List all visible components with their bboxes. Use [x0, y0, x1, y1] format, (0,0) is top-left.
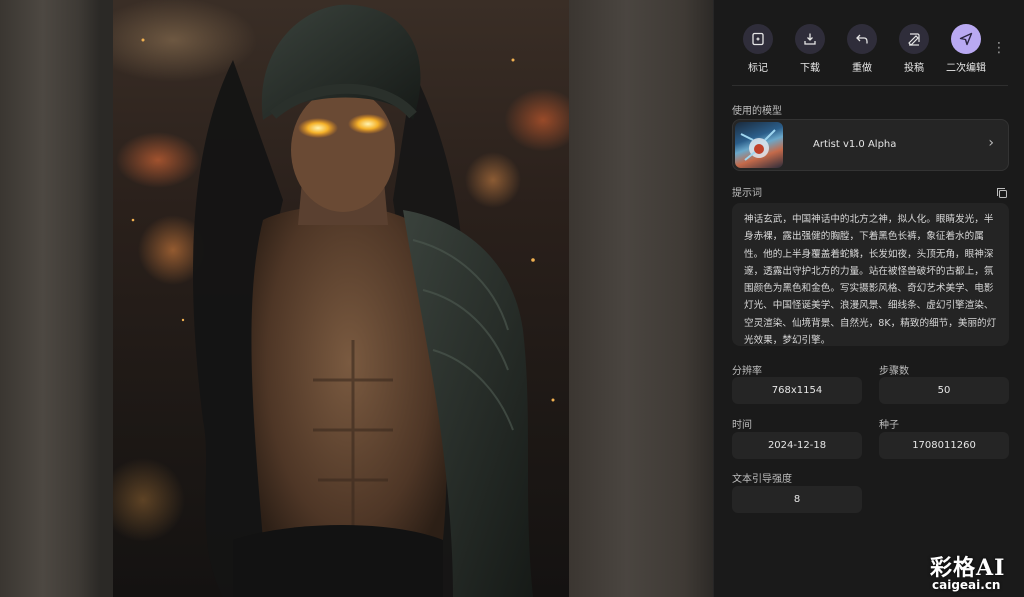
- model-section-label: 使用的模型: [732, 106, 782, 117]
- download-button[interactable]: 下载: [784, 24, 836, 74]
- steps-value: 50: [879, 377, 1009, 404]
- submit-label: 投稿: [904, 63, 924, 74]
- chevron-right-icon: ›: [988, 135, 994, 151]
- more-vertical-icon[interactable]: ⋮: [992, 38, 1006, 58]
- seed-value: 1708011260: [879, 432, 1009, 459]
- submit-icon: [899, 24, 929, 54]
- image-info-panel: 标记 下载 重做 投稿 二次编辑 ⋮ 使用的模型 Artist v1.0 Alp…: [713, 0, 1024, 597]
- redo-button[interactable]: 重做: [836, 24, 888, 74]
- download-label: 下载: [800, 63, 820, 74]
- resolution-value: 768x1154: [732, 377, 862, 404]
- seed-label: 种子: [879, 420, 899, 431]
- generated-image[interactable]: [113, 0, 569, 597]
- prompt-text: 神话玄武，中国神话中的北方之神，拟人化。眼睛发光，半身赤裸，露出强健的胸膛，下着…: [732, 203, 1009, 346]
- steps-label: 步骤数: [879, 366, 909, 377]
- model-card[interactable]: Artist v1.0 Alpha ›: [732, 119, 1009, 171]
- undo-icon: [847, 24, 877, 54]
- bookmark-button[interactable]: 标记: [732, 24, 784, 74]
- viewer-backdrop: [569, 0, 713, 597]
- prompt-section-label: 提示词: [732, 188, 762, 199]
- bookmark-icon: [743, 24, 773, 54]
- send-icon: [951, 24, 981, 54]
- bookmark-label: 标记: [748, 63, 768, 74]
- time-label: 时间: [732, 420, 752, 431]
- resolution-label: 分辨率: [732, 366, 762, 377]
- redo-label: 重做: [852, 63, 872, 74]
- watermark-url: caigeai.cn: [932, 578, 1001, 592]
- toolbar-divider: [732, 85, 1008, 86]
- model-thumbnail: [735, 122, 783, 168]
- submit-button[interactable]: 投稿: [888, 24, 940, 74]
- edit-again-button[interactable]: 二次编辑: [940, 24, 992, 74]
- copy-icon[interactable]: [996, 184, 1008, 198]
- action-toolbar: 标记 下载 重做 投稿 二次编辑: [732, 24, 1012, 74]
- guidance-value: 8: [732, 486, 862, 513]
- model-name: Artist v1.0 Alpha: [813, 139, 897, 150]
- edit-again-label: 二次编辑: [946, 63, 986, 74]
- time-value: 2024-12-18: [732, 432, 862, 459]
- image-viewer: [0, 0, 713, 597]
- guidance-label: 文本引导强度: [732, 474, 792, 485]
- download-icon: [795, 24, 825, 54]
- artwork-illustration: [131, 4, 555, 597]
